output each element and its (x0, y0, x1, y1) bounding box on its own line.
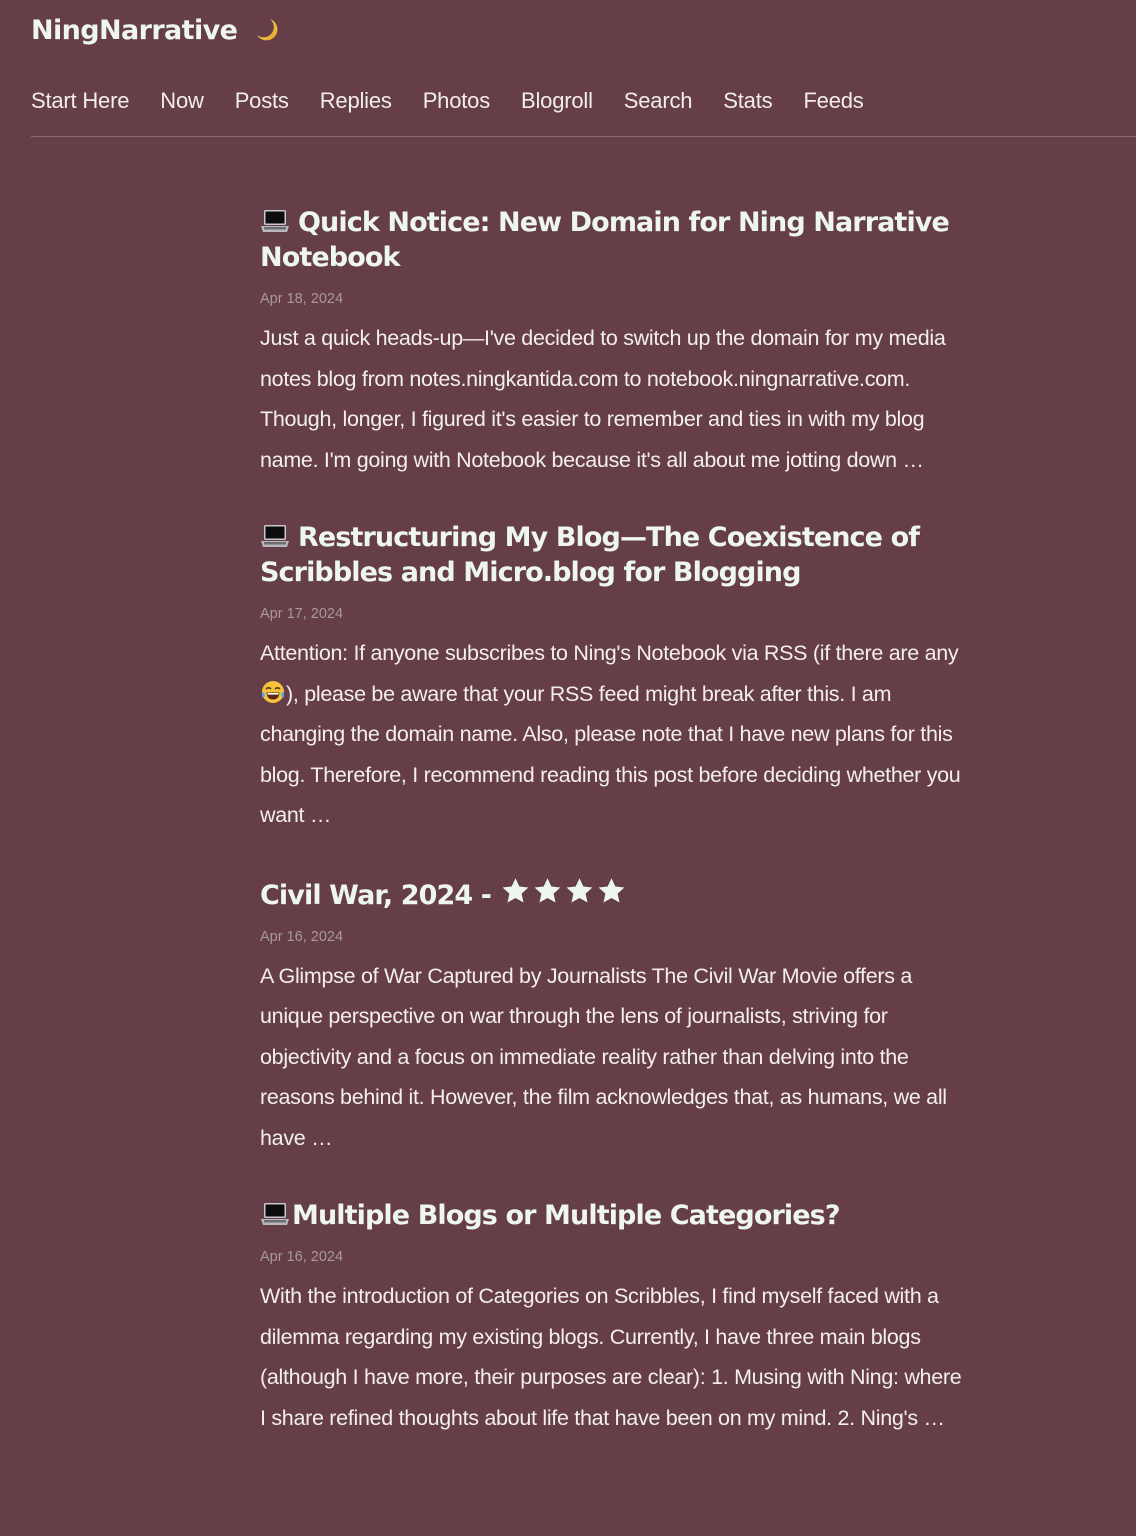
laptop-icon (260, 1201, 290, 1227)
crescent-moon-icon (253, 16, 281, 44)
post-title-text: Quick Notice: New Domain for Ning Narrat… (260, 207, 950, 273)
nav-start-here[interactable]: Start Here (31, 84, 129, 118)
star-rating (500, 876, 627, 906)
nav-blogroll[interactable]: Blogroll (521, 84, 593, 118)
star-icon (596, 876, 627, 906)
post-item: Multiple Blogs or Multiple Categories? A… (260, 1198, 970, 1438)
post-item: Civil War, 2024 - Apr 16, 2024 A Glimpse… (260, 876, 970, 1159)
post-date[interactable]: Apr 16, 2024 (260, 928, 970, 946)
nav-stats[interactable]: Stats (723, 84, 772, 118)
brand: NingNarrative (31, 10, 281, 50)
post-title-link[interactable]: Restructuring My Blog—The Coexistence of… (260, 520, 970, 590)
face-with-tears-of-joy-icon (260, 679, 286, 705)
nav-now[interactable]: Now (160, 84, 204, 118)
post-excerpt: A Glimpse of War Captured by Journalists… (260, 963, 947, 1150)
post-excerpt: Just a quick heads-up—I've decided to sw… (260, 326, 946, 472)
post-date[interactable]: Apr 17, 2024 (260, 605, 970, 623)
post-list: Quick Notice: New Domain for Ning Narrat… (260, 205, 970, 1478)
post-title-text: Multiple Blogs or Multiple Categories? (292, 1200, 840, 1231)
post-title-link[interactable]: Quick Notice: New Domain for Ning Narrat… (260, 205, 970, 275)
post-date[interactable]: Apr 16, 2024 (260, 1248, 970, 1266)
nav-photos[interactable]: Photos (423, 84, 490, 118)
excerpt-text: ), please be aware that your RSS feed mi… (260, 681, 961, 828)
star-icon (564, 876, 595, 906)
star-icon (500, 876, 531, 906)
post-title-link[interactable]: Civil War, 2024 - (260, 876, 970, 913)
header-divider (31, 136, 1136, 137)
excerpt-text: Attention: If anyone subscribes to Ning'… (260, 641, 959, 665)
post-item: Quick Notice: New Domain for Ning Narrat… (260, 205, 970, 480)
nav-replies[interactable]: Replies (320, 84, 392, 118)
main-nav: Start Here Now Posts Replies Photos Blog… (31, 84, 895, 118)
star-icon (532, 876, 563, 906)
post-date[interactable]: Apr 18, 2024 (260, 290, 970, 308)
post-excerpt: Attention: If anyone subscribes to Ning'… (260, 633, 970, 836)
nav-feeds[interactable]: Feeds (803, 84, 863, 118)
post-item: Restructuring My Blog—The Coexistence of… (260, 520, 970, 836)
laptop-icon (260, 523, 290, 549)
post-title-text: Restructuring My Blog—The Coexistence of… (260, 522, 920, 588)
site-title-link[interactable]: NingNarrative (31, 15, 238, 46)
laptop-icon (260, 208, 290, 234)
post-excerpt: With the introduction of Categories on S… (260, 1284, 962, 1430)
nav-search[interactable]: Search (624, 84, 693, 118)
nav-posts[interactable]: Posts (235, 84, 289, 118)
post-title-text: Civil War, 2024 - (260, 879, 500, 911)
post-title-link[interactable]: Multiple Blogs or Multiple Categories? (260, 1198, 970, 1233)
